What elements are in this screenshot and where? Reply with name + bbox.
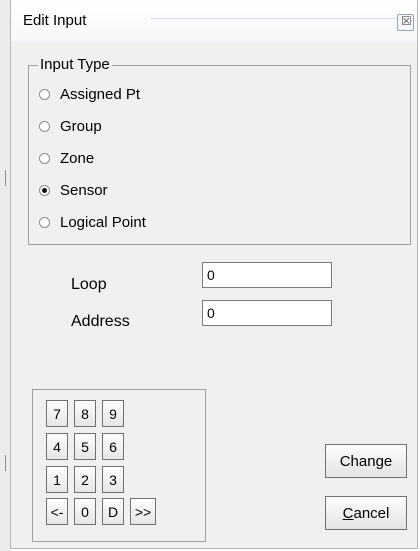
- keypad-key-5[interactable]: 5: [74, 433, 96, 460]
- keypad-key-backspace[interactable]: <-: [46, 498, 68, 525]
- change-label-end: e: [383, 452, 393, 470]
- cancel-label-accel: C: [342, 504, 354, 522]
- radio-label[interactable]: Zone: [60, 150, 94, 167]
- keypad-key-6[interactable]: 6: [102, 433, 124, 460]
- keypad-key-2[interactable]: 2: [74, 466, 96, 493]
- radio-circle[interactable]: [39, 89, 50, 100]
- change-label-accel: g: [375, 452, 384, 470]
- radio-circle-selected[interactable]: [39, 185, 50, 196]
- cancel-button[interactable]: Cancel: [325, 496, 407, 530]
- address-input[interactable]: [202, 300, 332, 326]
- keypad-key-0[interactable]: 0: [74, 498, 96, 525]
- keypad-key-d[interactable]: D: [102, 498, 124, 525]
- title-divider: [151, 18, 401, 19]
- edit-input-dialog: Edit Input ☒ Input Type Assigned Pt Grou…: [10, 0, 418, 549]
- keypad-key-3[interactable]: 3: [102, 466, 124, 493]
- background-window-edge: [0, 0, 10, 551]
- keypad-key-forward[interactable]: >>: [130, 498, 156, 525]
- change-button[interactable]: Change: [325, 444, 407, 478]
- loop-label: Loop: [71, 276, 107, 293]
- radio-circle[interactable]: [39, 217, 50, 228]
- input-type-legend: Input Type: [38, 56, 112, 73]
- radio-circle[interactable]: [39, 121, 50, 132]
- keypad-key-4[interactable]: 4: [46, 433, 68, 460]
- radio-circle[interactable]: [39, 153, 50, 164]
- keypad-key-8[interactable]: 8: [74, 400, 96, 427]
- cancel-label-end: ancel: [353, 504, 390, 522]
- radio-label[interactable]: Assigned Pt: [60, 86, 140, 103]
- edge-mark: [5, 455, 6, 471]
- radio-label[interactable]: Logical Point: [60, 214, 146, 231]
- title-bar[interactable]: Edit Input ☒: [11, 0, 417, 42]
- keypad-key-1[interactable]: 1: [46, 466, 68, 493]
- loop-input[interactable]: [202, 262, 332, 288]
- change-label-start: Chan: [339, 452, 376, 470]
- close-icon: ☒: [401, 14, 412, 28]
- address-label: Address: [71, 313, 130, 330]
- radio-label[interactable]: Sensor: [60, 182, 108, 199]
- edge-mark: [5, 170, 6, 186]
- keypad-key-9[interactable]: 9: [102, 400, 124, 427]
- keypad-key-7[interactable]: 7: [46, 400, 68, 427]
- close-button[interactable]: ☒: [397, 14, 414, 31]
- radio-label[interactable]: Group: [60, 118, 102, 135]
- window-title: Edit Input: [23, 12, 87, 29]
